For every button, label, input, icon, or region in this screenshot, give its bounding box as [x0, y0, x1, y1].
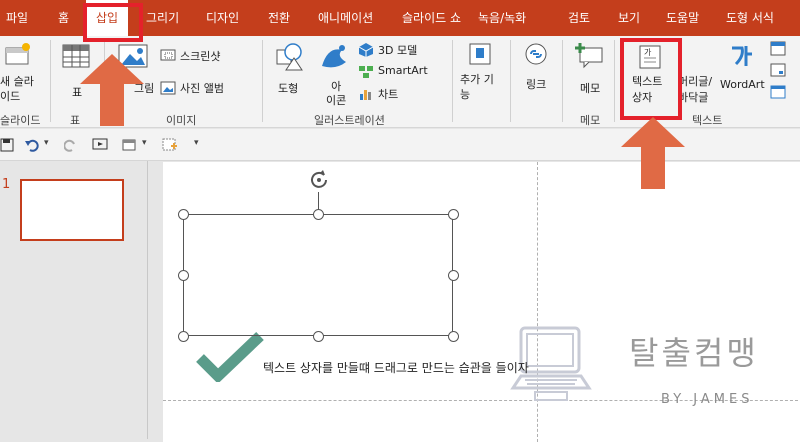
resize-handle-right[interactable]: [448, 270, 459, 281]
resize-handle-left[interactable]: [178, 270, 189, 281]
new-slide-dropdown-icon[interactable]: ▾: [142, 138, 147, 148]
tab-help[interactable]: 도움말: [666, 0, 699, 36]
object-button[interactable]: [770, 84, 788, 102]
3d-models-label: 3D 모델: [378, 44, 418, 57]
shapes-label: 도형: [278, 82, 299, 95]
chart-label: 차트: [378, 88, 399, 101]
date-time-button[interactable]: [770, 40, 788, 58]
photo-album-icon: [160, 81, 176, 95]
table-group-label: 표: [70, 114, 81, 127]
slide-thumbnail[interactable]: [20, 179, 124, 241]
link-icon: [525, 43, 547, 65]
new-slide-icon: [5, 43, 30, 65]
rotation-handle[interactable]: [308, 169, 330, 191]
object-icon: [770, 85, 786, 99]
group-divider: [452, 40, 453, 122]
store-icon: [469, 43, 491, 65]
undo-icon[interactable]: [24, 138, 40, 152]
resize-handle-top[interactable]: [313, 209, 324, 220]
new-slide-button[interactable]: 새 슬라 이드: [0, 40, 44, 110]
check-mark-icon: [196, 332, 264, 382]
undo-dropdown-icon[interactable]: ▾: [44, 138, 49, 148]
group-divider: [262, 40, 263, 122]
images-group-label: 이미지: [166, 114, 197, 127]
comment-group-label: 메모: [580, 114, 601, 127]
tip-text: 텍스트 상자를 만들떄 드래그로 만드는 습관을 들이자: [263, 361, 529, 375]
screenshot-label: 스크린샷: [180, 50, 221, 63]
comment-label: 메모: [580, 82, 601, 95]
group-divider: [562, 40, 563, 122]
wordart-icon: [732, 46, 752, 66]
icons-button[interactable]: 아 이콘: [316, 40, 356, 110]
wordart-button[interactable]: WordArt: [716, 40, 768, 110]
tab-transitions[interactable]: 전환: [268, 0, 290, 36]
rotate-icon: [311, 170, 327, 188]
tab-record[interactable]: 녹음/녹화: [478, 0, 526, 36]
chart-button[interactable]: 차트: [358, 84, 458, 104]
addins-button[interactable]: 추가 기 능: [456, 40, 506, 110]
chart-icon: [360, 90, 371, 100]
group-divider: [614, 40, 615, 122]
header-footer-label: 머리글/ 바닥글: [678, 75, 713, 104]
screenshot-icon: [160, 49, 176, 61]
smartart-icon: [359, 66, 373, 78]
smartart-button[interactable]: SmartArt: [358, 62, 458, 82]
group-divider: [50, 40, 51, 122]
smartart-label: SmartArt: [378, 64, 428, 77]
link-label: 링크: [526, 78, 547, 91]
comment-button[interactable]: 메모: [570, 40, 610, 110]
illustrations-group-label: 일러스트레이션: [314, 114, 385, 127]
arrow-up-icon: [80, 54, 144, 126]
resize-handle-bottom[interactable]: [313, 331, 324, 342]
slide-thumbnail-pane: 1: [0, 161, 148, 439]
arrow-up-icon: [621, 117, 685, 189]
tab-file[interactable]: 파일: [6, 0, 28, 36]
save-icon[interactable]: [0, 138, 14, 152]
photo-album-label: 사진 앨범: [180, 82, 224, 95]
shapes-button[interactable]: 도형: [270, 40, 310, 110]
watermark-byline: BY JAMES: [661, 392, 754, 407]
resize-handle-top-left[interactable]: [178, 209, 189, 220]
shapes-icon: [276, 43, 303, 71]
new-slide-qat-icon[interactable]: [122, 138, 138, 152]
insert-tab-highlight: [83, 3, 143, 42]
redo-icon[interactable]: [64, 138, 78, 152]
text-group-label: 텍스트: [692, 114, 723, 127]
group-divider: [510, 40, 511, 122]
tab-shape-format[interactable]: 도형 서식: [726, 0, 774, 36]
calendar-icon: [770, 41, 786, 56]
resize-handle-bottom-left[interactable]: [178, 331, 189, 342]
tab-design[interactable]: 디자인: [206, 0, 239, 36]
addins-label: 추가 기 능: [460, 73, 494, 101]
slide-thumbnail-number: 1: [2, 177, 11, 192]
tab-animations[interactable]: 애니메이션: [318, 0, 373, 36]
layout-icon[interactable]: [162, 138, 178, 152]
tab-home[interactable]: 홈: [58, 0, 69, 36]
textbox-selection[interactable]: [183, 214, 453, 336]
new-slide-label: 새 슬라 이드: [0, 75, 34, 103]
cube-icon: [358, 43, 374, 57]
screenshot-button[interactable]: 스크린샷: [160, 46, 260, 66]
3d-models-button[interactable]: 3D 모델: [358, 40, 458, 60]
comment-icon: [575, 43, 603, 69]
icons-icon: [322, 45, 346, 68]
photo-album-button[interactable]: 사진 앨범: [160, 78, 260, 98]
slides-group-label: 슬라이드: [0, 114, 41, 127]
customize-qat-icon[interactable]: ▾: [194, 138, 199, 148]
tab-draw[interactable]: 그리기: [146, 0, 179, 36]
slide-canvas[interactable]: 탈출컴맹 BY JAMES 텍스트 상자를 만들떄 드래그로 만드는 습관을 들…: [163, 162, 800, 442]
tab-slideshow[interactable]: 슬라이드 쇼: [402, 0, 461, 36]
tab-view[interactable]: 보기: [618, 0, 640, 36]
slide-number-icon: [770, 63, 786, 77]
tab-review[interactable]: 검토: [568, 0, 590, 36]
wordart-label: WordArt: [720, 78, 765, 91]
start-slideshow-icon[interactable]: [92, 138, 110, 152]
resize-handle-bottom-right[interactable]: [448, 331, 459, 342]
watermark-title: 탈출컴맹: [629, 334, 759, 372]
textbox-button-highlight: [620, 38, 682, 120]
icons-label: 아 이콘: [326, 80, 347, 107]
resize-handle-top-right[interactable]: [448, 209, 459, 220]
slide-number-button[interactable]: [770, 62, 788, 80]
link-button[interactable]: 링크: [516, 40, 556, 110]
